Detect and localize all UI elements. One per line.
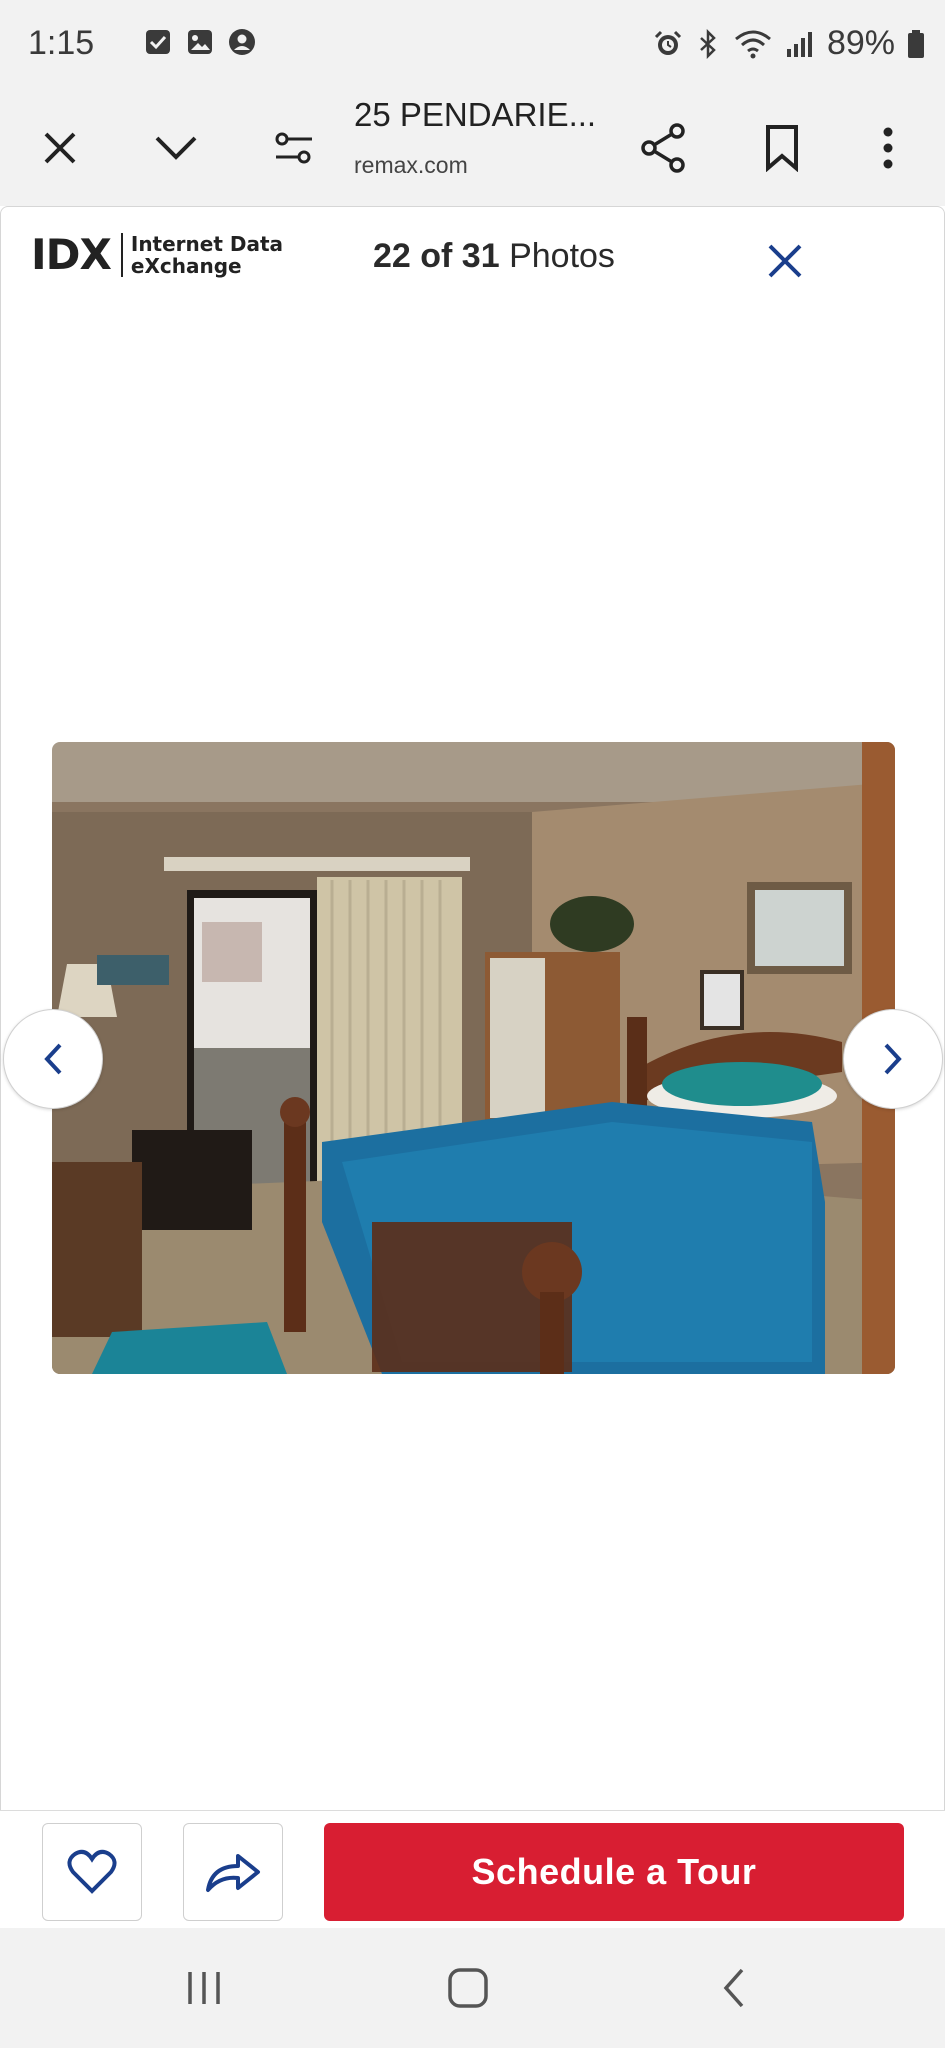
signal-icon bbox=[786, 31, 812, 57]
battery-percent: 89% bbox=[826, 24, 895, 62]
idx-logo-line2: eXchange bbox=[130, 254, 242, 278]
tune-icon bbox=[275, 132, 312, 164]
bedroom-photo-image bbox=[52, 742, 895, 1374]
chevron-right-icon bbox=[884, 1043, 902, 1075]
idx-logo: IDX Internet Data eXchange bbox=[31, 233, 283, 277]
photo-counter: 22 of 31 Photos bbox=[373, 237, 615, 276]
page-title[interactable]: 25 PENDARIE... bbox=[354, 96, 596, 134]
photo-count-suffix: Photos bbox=[509, 237, 615, 275]
chevron-left-icon bbox=[44, 1043, 62, 1075]
bookmark-button[interactable] bbox=[750, 116, 814, 180]
idx-logo-line1: Internet Data bbox=[130, 232, 284, 256]
chevron-down-icon bbox=[155, 136, 197, 160]
system-icons: 89% bbox=[653, 24, 925, 63]
minimize-tab-button[interactable] bbox=[144, 116, 208, 180]
site-settings-button[interactable] bbox=[262, 116, 326, 180]
photo-count: 22 of 31 bbox=[373, 237, 500, 275]
previous-photo-button[interactable] bbox=[3, 1009, 103, 1109]
notification-icons bbox=[144, 28, 256, 56]
recent-apps-button[interactable] bbox=[172, 1956, 236, 2020]
back-icon bbox=[723, 1968, 744, 2008]
favorite-button[interactable] bbox=[42, 1823, 142, 1921]
status-bar: 1:15 89% bbox=[0, 0, 945, 90]
page-domain[interactable]: remax.com bbox=[354, 152, 468, 179]
close-tab-button[interactable] bbox=[28, 116, 92, 180]
share-page-button[interactable] bbox=[631, 116, 695, 180]
more-options-button[interactable] bbox=[856, 116, 920, 180]
share-icon bbox=[641, 123, 685, 173]
photo-viewer: IDX Internet Data eXchange 22 of 31 Phot… bbox=[0, 206, 945, 1928]
status-time: 1:15 bbox=[28, 24, 95, 62]
close-viewer-button[interactable] bbox=[757, 233, 813, 289]
next-photo-button[interactable] bbox=[843, 1009, 943, 1109]
home-icon bbox=[448, 1968, 488, 2008]
close-icon bbox=[44, 132, 76, 164]
browser-toolbar: 25 PENDARIE... remax.com bbox=[0, 90, 945, 206]
account-icon bbox=[229, 29, 255, 55]
alarm-icon bbox=[654, 30, 681, 55]
heart-icon bbox=[67, 1849, 117, 1894]
system-navigation-bar bbox=[0, 1928, 945, 2048]
action-bar: Schedule a Tour bbox=[0, 1810, 945, 1928]
idx-logo-text: Internet Data eXchange bbox=[123, 233, 283, 277]
more-vert-icon bbox=[883, 127, 893, 169]
recent-apps-icon bbox=[188, 1972, 220, 2004]
bookmark-icon bbox=[766, 125, 798, 172]
bluetooth-icon bbox=[700, 28, 716, 59]
schedule-tour-button[interactable]: Schedule a Tour bbox=[324, 1823, 904, 1921]
share-arrow-icon bbox=[206, 1854, 260, 1892]
idx-logo-mark: IDX bbox=[31, 233, 123, 277]
wifi-icon bbox=[734, 30, 771, 58]
checkbox-icon bbox=[146, 30, 170, 54]
listing-photo[interactable] bbox=[52, 742, 895, 1374]
image-icon bbox=[188, 30, 212, 54]
battery-icon bbox=[908, 29, 924, 58]
share-listing-button[interactable] bbox=[183, 1823, 283, 1921]
close-icon bbox=[768, 244, 802, 278]
home-button[interactable] bbox=[436, 1956, 500, 2020]
back-button[interactable] bbox=[702, 1956, 766, 2020]
